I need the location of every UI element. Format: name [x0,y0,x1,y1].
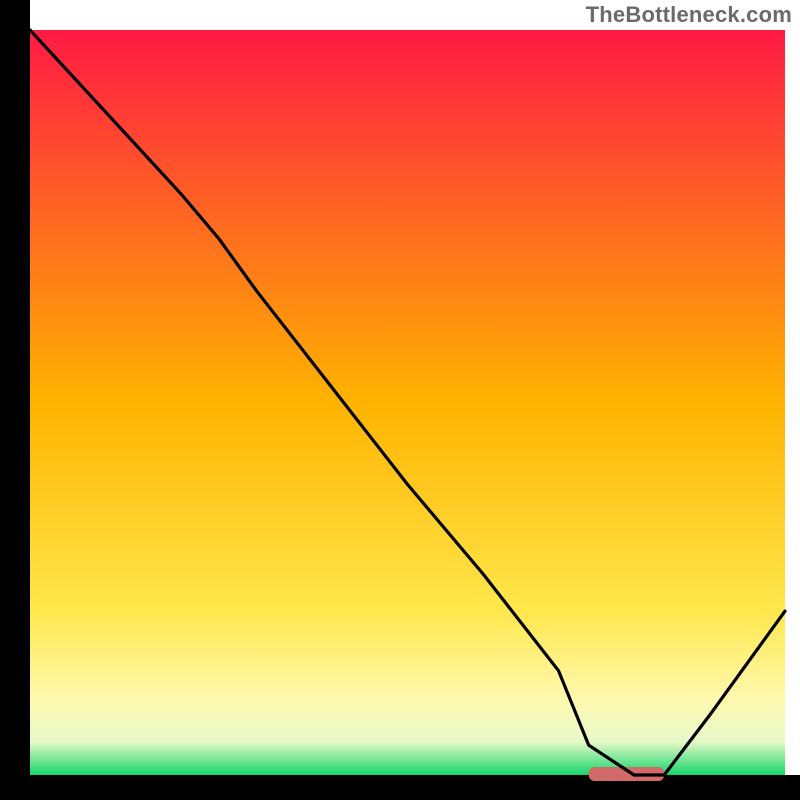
plot-area [0,0,800,800]
x-axis-bar [0,775,800,800]
y-axis-bar [0,0,30,800]
watermark-text: TheBottleneck.com [586,2,792,28]
gradient-background [30,30,785,775]
chart-svg [0,0,800,800]
chart-container: TheBottleneck.com [0,0,800,800]
